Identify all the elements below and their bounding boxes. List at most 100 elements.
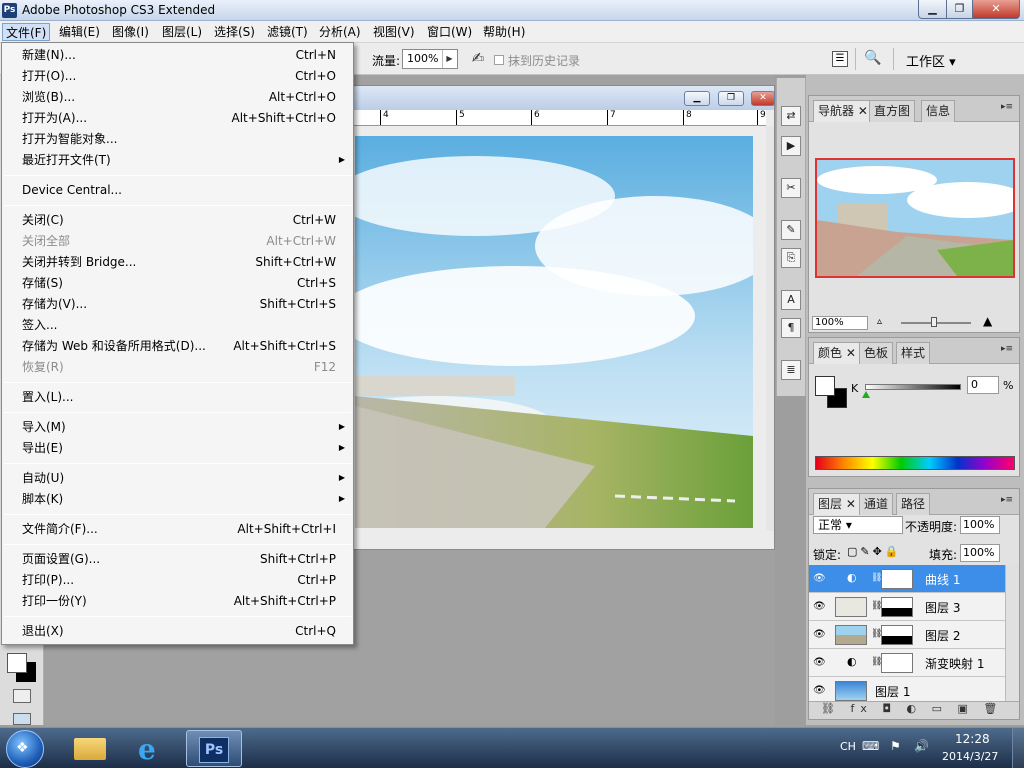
- menu-view[interactable]: 视图(V): [370, 23, 418, 41]
- color-spectrum-bar[interactable]: [815, 456, 1015, 470]
- file-menu-item[interactable]: 页面设置(G)... Shift+Ctrl+P: [2, 549, 353, 569]
- file-menu-item[interactable]: 打开为(A)... Alt+Shift+Ctrl+O: [2, 108, 353, 128]
- erase-to-history-checkbox[interactable]: [494, 55, 504, 65]
- file-menu-item[interactable]: 关闭(C) Ctrl+W: [2, 210, 353, 230]
- layer-row-curves-1[interactable]: 👁 ◐ ⛓ 曲线 1: [809, 565, 1005, 593]
- clock-date[interactable]: 2014/3/27: [942, 750, 998, 763]
- file-menu-item[interactable]: 打开(O)... Ctrl+O: [2, 66, 353, 86]
- doc-minimize-button[interactable]: ▁: [684, 91, 710, 106]
- file-menu-item[interactable]: 签入...: [2, 315, 353, 335]
- image-canvas[interactable]: [355, 136, 753, 528]
- history-panel-icon[interactable]: ⇄: [781, 106, 801, 126]
- workspace-button[interactable]: 工作区 ▾: [906, 51, 956, 70]
- eye-icon[interactable]: 👁: [813, 573, 827, 585]
- show-desktop-button[interactable]: [1012, 728, 1024, 768]
- clone-source-icon[interactable]: ⎘: [781, 248, 801, 268]
- layer-mask-thumbnail[interactable]: [881, 653, 913, 673]
- paragraph-panel-icon[interactable]: ¶: [781, 318, 801, 338]
- menu-filter[interactable]: 滤镜(T): [264, 23, 311, 41]
- navigator-zoom-thumb[interactable]: [931, 317, 937, 327]
- doc-maximize-button[interactable]: ❐: [718, 91, 744, 106]
- file-menu-item[interactable]: 退出(X) Ctrl+Q: [2, 621, 353, 641]
- tab-info[interactable]: 信息: [921, 100, 956, 122]
- tool-presets-icon[interactable]: ✂: [781, 178, 801, 198]
- file-menu-item[interactable]: 新建(N)... Ctrl+N: [2, 45, 353, 65]
- tab-channels[interactable]: 通道: [859, 493, 894, 515]
- airbrush-icon[interactable]: ✍: [468, 49, 488, 69]
- zoom-in-icon[interactable]: ▲: [983, 314, 992, 328]
- file-menu-item[interactable]: 打印(P)... Ctrl+P: [2, 570, 353, 590]
- file-menu-item[interactable]: 最近打开文件(T) ▶: [2, 150, 353, 170]
- layer-thumbnail[interactable]: [835, 625, 867, 645]
- file-menu-item[interactable]: 关闭并转到 Bridge... Shift+Ctrl+W: [2, 252, 353, 272]
- bridge-icon[interactable]: 🔍: [864, 50, 886, 68]
- layer-row-layer-3[interactable]: 👁 ⛓ 图层 3: [809, 593, 1005, 621]
- file-menu-item[interactable]: 存储为 Web 和设备所用格式(D)... Alt+Shift+Ctrl+S: [2, 336, 353, 356]
- menu-file[interactable]: 文件(F): [2, 23, 51, 41]
- menu-select[interactable]: 选择(S): [211, 23, 258, 41]
- layer-mask-thumbnail[interactable]: [881, 625, 913, 645]
- taskbar-explorer-button[interactable]: [62, 730, 118, 767]
- layers-footer-toolbar[interactable]: ⛓ fx ◘ ◐ ▭ ▣ 🗑: [809, 701, 1019, 719]
- file-menu-item[interactable]: 自动(U) ▶: [2, 468, 353, 488]
- fill-input[interactable]: 100%: [960, 544, 1000, 562]
- maximize-button[interactable]: ❐: [946, 0, 973, 19]
- vertical-scrollbar[interactable]: [766, 126, 774, 531]
- menu-window[interactable]: 窗口(W): [424, 23, 475, 41]
- layers-scrollbar[interactable]: [1005, 565, 1019, 701]
- panel-menu-icon[interactable]: ▸≡: [1001, 344, 1013, 354]
- taskbar-ie-button[interactable]: e: [124, 730, 180, 767]
- tab-styles[interactable]: 样式: [896, 342, 931, 364]
- tab-layers[interactable]: 图层 ✕: [813, 493, 861, 515]
- panel-menu-icon[interactable]: ▸≡: [1001, 102, 1013, 112]
- foreground-color-swatch[interactable]: [7, 653, 27, 673]
- file-menu-item[interactable]: 浏览(B)... Alt+Ctrl+O: [2, 87, 353, 107]
- file-menu-item[interactable]: 脚本(K) ▶: [2, 489, 353, 509]
- menu-edit[interactable]: 编辑(E): [56, 23, 103, 41]
- actions-panel-icon[interactable]: ▶: [781, 136, 801, 156]
- menu-image[interactable]: 图像(I): [109, 23, 152, 41]
- eye-icon[interactable]: 👁: [813, 629, 827, 641]
- tab-color[interactable]: 颜色 ✕: [813, 342, 861, 364]
- file-menu-item[interactable]: 置入(L)...: [2, 387, 353, 407]
- navigator-preview[interactable]: [815, 158, 1015, 278]
- navigator-zoom-input[interactable]: 100%: [812, 316, 868, 330]
- file-menu-item[interactable]: 导入(M) ▶: [2, 417, 353, 437]
- taskbar-photoshop-button[interactable]: Ps: [186, 730, 242, 767]
- file-menu-item[interactable]: Device Central...: [2, 180, 353, 200]
- lock-options-icon[interactable]: ▢✎✥🔒: [847, 545, 902, 558]
- k-slider-thumb-icon[interactable]: [862, 391, 870, 398]
- layer-mask-thumbnail[interactable]: [881, 597, 913, 617]
- language-indicator[interactable]: CH: [840, 740, 856, 753]
- zoom-out-icon[interactable]: ▵: [877, 316, 882, 327]
- layer-thumbnail[interactable]: [835, 681, 867, 701]
- layer-row-gradient-map-1[interactable]: 👁 ◐ ⛓ 渐变映射 1: [809, 649, 1005, 677]
- layer-comps-icon[interactable]: ≣: [781, 360, 801, 380]
- quick-mask-icon[interactable]: [13, 689, 31, 703]
- file-menu-item[interactable]: 导出(E) ▶: [2, 438, 353, 458]
- character-panel-icon[interactable]: A: [781, 290, 801, 310]
- tab-navigator[interactable]: 导航器 ✕: [813, 100, 873, 122]
- file-menu-item[interactable]: 打开为智能对象...: [2, 129, 353, 149]
- menu-analysis[interactable]: 分析(A): [316, 23, 364, 41]
- eye-icon[interactable]: 👁: [813, 657, 827, 669]
- brushes-panel-icon[interactable]: ✎: [781, 220, 801, 240]
- minimize-button[interactable]: ▁: [918, 0, 947, 19]
- screen-mode-icon[interactable]: [13, 713, 31, 725]
- panel-menu-icon[interactable]: ▸≡: [1001, 495, 1013, 505]
- file-menu-item[interactable]: 存储为(V)... Shift+Ctrl+S: [2, 294, 353, 314]
- foreground-color-box[interactable]: [815, 376, 835, 396]
- blend-mode-select[interactable]: 正常 ▾: [813, 516, 903, 534]
- eye-icon[interactable]: 👁: [813, 685, 827, 697]
- layer-mask-thumbnail[interactable]: [881, 569, 913, 589]
- opacity-input[interactable]: 100%: [960, 516, 1000, 534]
- file-menu-item[interactable]: 打印一份(Y) Alt+Shift+Ctrl+P: [2, 591, 353, 611]
- menu-layer[interactable]: 图层(L): [159, 23, 205, 41]
- close-button[interactable]: ✕: [972, 0, 1020, 19]
- layer-thumbnail[interactable]: [835, 597, 867, 617]
- action-center-icon[interactable]: ⚑: [890, 739, 901, 753]
- file-menu-item[interactable]: 文件简介(F)... Alt+Shift+Ctrl+I: [2, 519, 353, 539]
- doc-close-button[interactable]: ✕: [751, 91, 775, 106]
- menu-help[interactable]: 帮助(H): [480, 23, 528, 41]
- layer-row-layer-1[interactable]: 👁 图层 1: [809, 677, 1005, 701]
